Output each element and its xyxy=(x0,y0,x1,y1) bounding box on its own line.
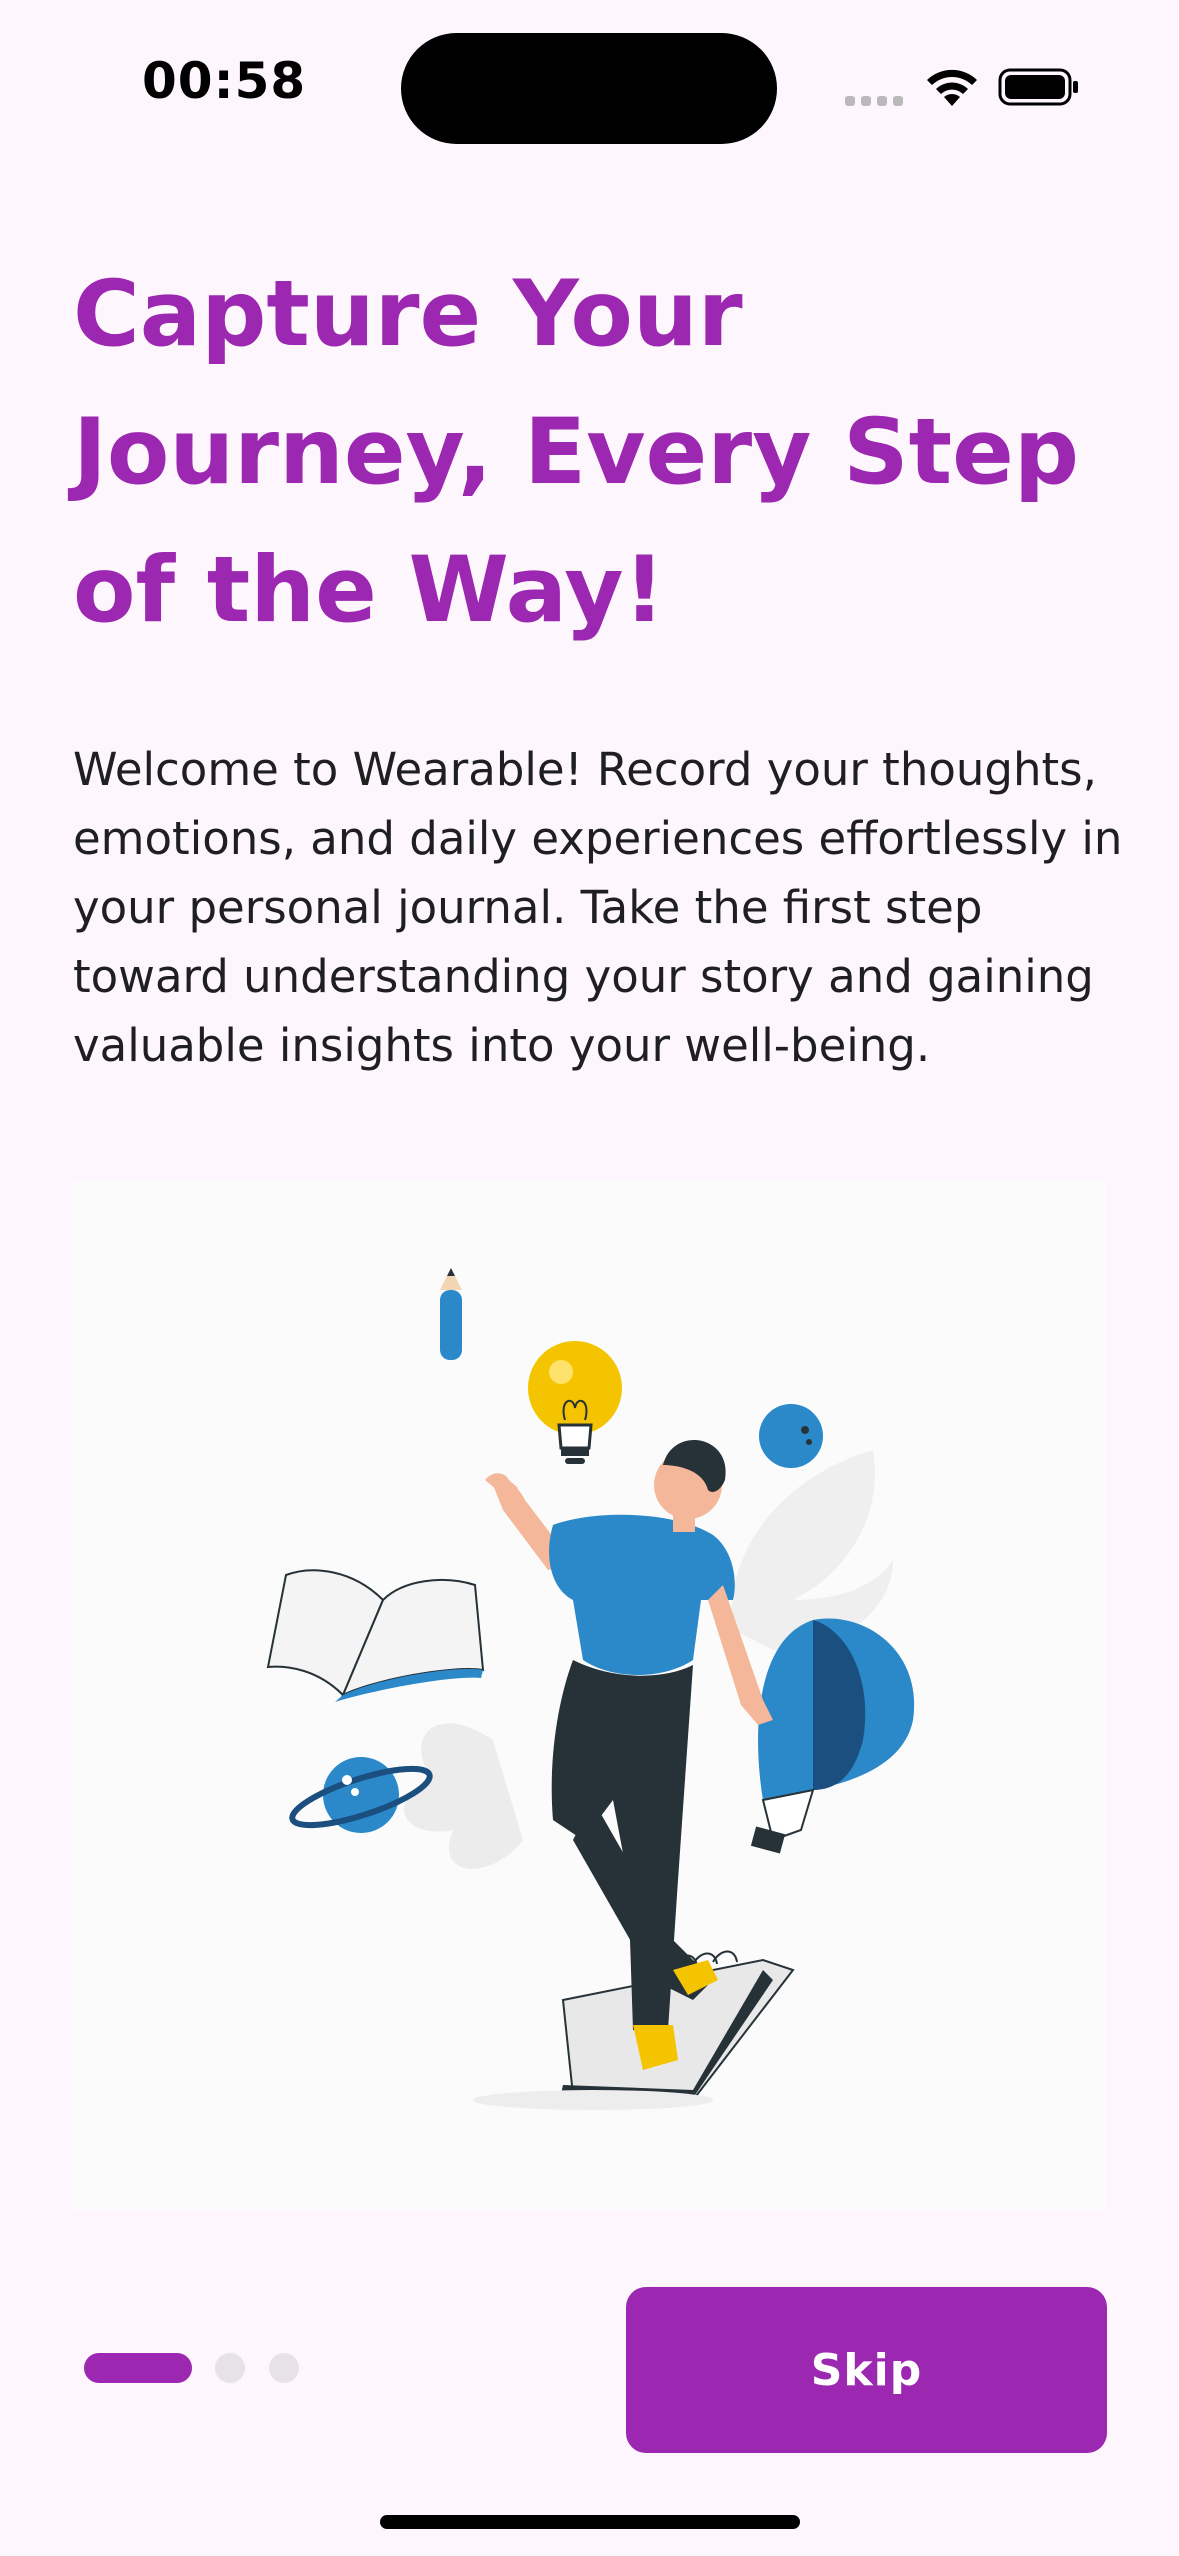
pencil-icon xyxy=(440,1268,462,1360)
page-dot-2[interactable] xyxy=(215,2353,245,2383)
ball-icon xyxy=(759,1404,823,1468)
page-dot-3[interactable] xyxy=(269,2353,299,2383)
onboarding-headline: Capture Your Journey, Every Step of the … xyxy=(73,262,1080,643)
skip-button[interactable]: Skip xyxy=(626,2287,1107,2453)
status-time: 00:58 xyxy=(142,52,307,110)
status-bar: 00:58 xyxy=(0,0,1179,180)
person-with-ideas-illustration xyxy=(73,1180,1106,2210)
background-leaf-icon xyxy=(404,1723,523,1869)
home-indicator[interactable] xyxy=(380,2515,800,2529)
cellular-signal-icon xyxy=(845,96,903,106)
illustration-art xyxy=(266,1268,915,2110)
onboarding-description: Welcome to Wearable! Record your thought… xyxy=(73,743,1123,1072)
battery-icon xyxy=(998,68,1078,106)
lightbulb-icon xyxy=(528,1341,622,1464)
dynamic-island xyxy=(401,33,777,144)
wifi-icon xyxy=(927,69,977,106)
balloon-icon xyxy=(750,1618,915,1854)
leaf-icon xyxy=(731,1450,893,1650)
page-dot-1-active[interactable] xyxy=(84,2353,192,2383)
open-book-icon xyxy=(266,1569,485,1702)
